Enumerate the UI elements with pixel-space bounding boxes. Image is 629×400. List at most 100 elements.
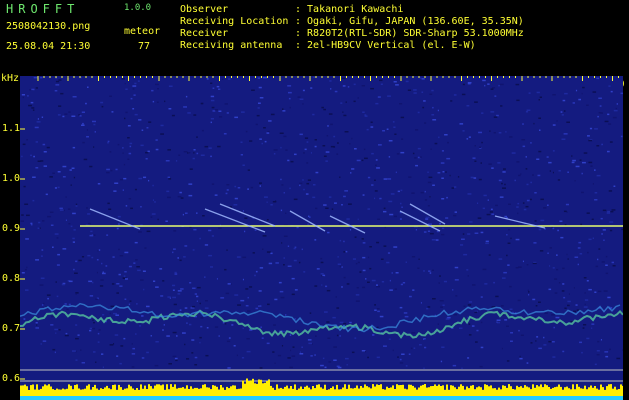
amplitude-bar xyxy=(36,384,38,396)
amplitude-bar xyxy=(324,384,326,396)
amplitude-bar xyxy=(586,389,588,396)
amplitude-bar xyxy=(584,385,586,396)
amplitude-bar xyxy=(314,388,316,396)
app-name: HROFFT xyxy=(6,2,80,16)
amplitude-bar xyxy=(464,389,466,396)
amplitude-bar xyxy=(454,387,456,396)
amplitude-bar xyxy=(238,388,240,396)
amplitude-bar xyxy=(396,384,398,396)
amplitude-bar xyxy=(414,387,416,396)
amplitude-bar xyxy=(452,385,454,396)
amplitude-bar xyxy=(50,386,52,396)
amplitude-bar xyxy=(422,384,424,396)
amplitude-bar xyxy=(162,384,164,396)
amplitude-bar xyxy=(22,385,24,396)
amplitude-bar xyxy=(432,386,434,396)
amplitude-bar xyxy=(450,385,452,396)
amplitude-bar xyxy=(436,385,438,396)
amplitude-bar xyxy=(64,389,66,396)
amplitude-bar xyxy=(100,388,102,396)
amplitude-bar xyxy=(518,387,520,396)
amplitude-bar xyxy=(236,389,238,396)
amplitude-bar xyxy=(612,388,614,396)
amplitude-bar xyxy=(548,387,550,396)
amplitude-bar xyxy=(266,381,268,396)
amplitude-bar xyxy=(410,384,412,396)
amplitude-bar xyxy=(370,388,372,396)
amplitude-bar xyxy=(516,385,518,396)
freq-label: 1.1 xyxy=(2,123,21,134)
amplitude-bar xyxy=(578,386,580,396)
amplitude-bar xyxy=(58,389,60,396)
amplitude-bar xyxy=(290,386,292,396)
amplitude-bar xyxy=(140,384,142,396)
amplitude-bar xyxy=(108,388,110,396)
amplitude-bar xyxy=(374,386,376,396)
amplitude-bar xyxy=(26,386,28,396)
info-key: Receiver xyxy=(180,28,229,39)
amplitude-bar xyxy=(106,385,108,396)
amplitude-bar xyxy=(430,386,432,396)
amplitude-bar xyxy=(608,384,610,396)
amplitude-bar xyxy=(82,389,84,396)
amplitude-bar xyxy=(542,387,544,396)
amplitude-bar xyxy=(520,386,522,396)
amplitude-bar xyxy=(300,386,302,396)
amplitude-bar xyxy=(538,386,540,396)
amplitude-bar xyxy=(90,389,92,396)
amplitude-bar xyxy=(246,378,248,396)
amplitude-bar xyxy=(420,385,422,396)
info-key: Receiving antenna xyxy=(180,40,283,51)
amplitude-bar xyxy=(72,389,74,396)
amplitude-bar xyxy=(504,385,506,396)
amplitude-bar xyxy=(270,385,272,396)
amplitude-bar xyxy=(596,388,598,396)
amplitude-bar xyxy=(382,389,384,396)
amplitude-bar xyxy=(456,389,458,396)
amplitude-bar xyxy=(400,385,402,396)
amplitude-bar xyxy=(94,384,96,396)
amplitude-bar xyxy=(176,388,178,396)
amplitude-bar xyxy=(240,388,242,396)
amplitude-bar xyxy=(280,387,282,396)
amplitude-bar xyxy=(68,384,70,396)
amplitude-bar xyxy=(594,386,596,396)
amplitude-bar xyxy=(202,384,204,396)
amplitude-bar xyxy=(358,388,360,396)
meteor-count: 77 xyxy=(138,41,151,52)
amplitude-bar xyxy=(350,388,352,396)
amplitude-bar xyxy=(426,387,428,396)
amplitude-bar xyxy=(614,386,616,396)
amplitude-bar xyxy=(286,385,288,396)
amplitude-bar xyxy=(568,388,570,396)
amplitude-bar xyxy=(510,386,512,396)
amplitude-bar xyxy=(354,387,356,396)
amplitude-bar xyxy=(234,385,236,396)
amplitude-bar xyxy=(552,387,554,396)
amplitude-bar xyxy=(188,389,190,396)
amplitude-bar xyxy=(506,387,508,396)
amplitude-bar xyxy=(616,389,618,396)
amplitude-bar xyxy=(124,388,126,396)
amplitude-bar xyxy=(494,388,496,396)
amplitude-bar xyxy=(288,388,290,396)
amplitude-bar xyxy=(262,383,264,396)
amplitude-bar xyxy=(544,384,546,396)
amplitude-bar xyxy=(44,384,46,396)
amplitude-bar xyxy=(348,384,350,396)
amplitude-bar xyxy=(330,388,332,396)
app-version: 1.0.0 xyxy=(124,3,152,13)
amplitude-bar xyxy=(104,387,106,396)
amplitude-bar xyxy=(24,384,26,396)
amplitude-bar xyxy=(366,386,368,396)
amplitude-bar xyxy=(42,386,44,396)
amplitude-bar xyxy=(92,387,94,396)
amplitude-bar xyxy=(618,389,620,396)
amplitude-bar xyxy=(230,386,232,396)
amplitude-bar xyxy=(102,389,104,396)
amplitude-bar xyxy=(316,384,318,396)
amplitude-bar xyxy=(338,389,340,396)
amplitude-bar xyxy=(168,389,170,396)
amplitude-bar xyxy=(364,384,366,396)
amplitude-bar xyxy=(524,385,526,396)
